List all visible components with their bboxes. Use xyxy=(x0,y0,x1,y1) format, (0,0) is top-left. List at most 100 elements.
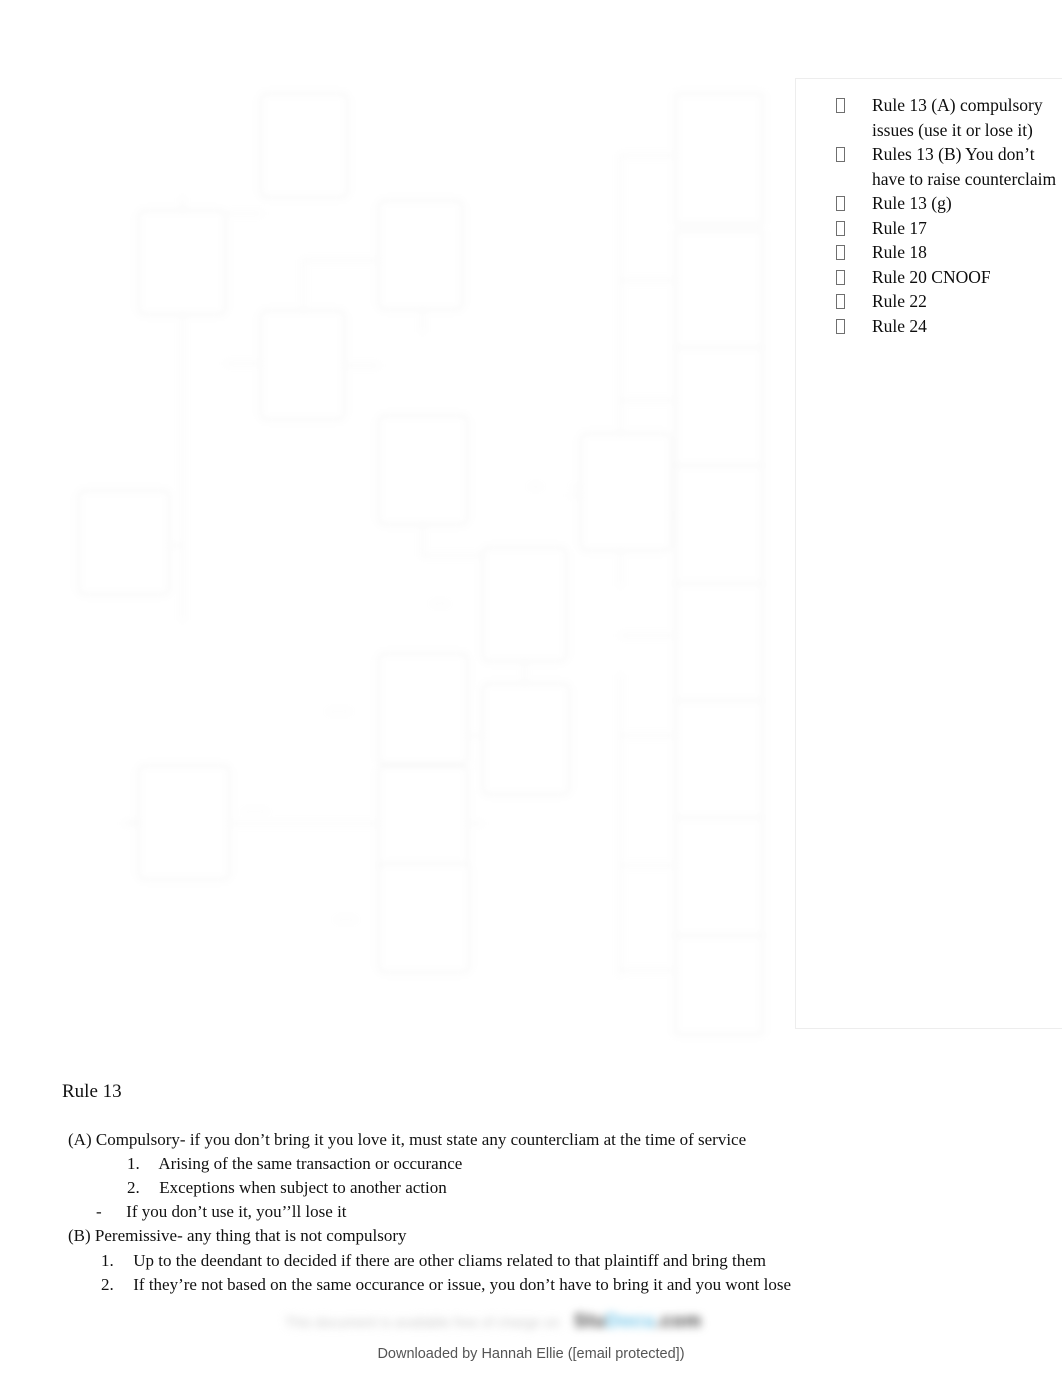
note-line: (B) Peremissive- any thing that is not c… xyxy=(68,1224,407,1248)
note-text: If they’re not based on the same occuran… xyxy=(133,1275,792,1294)
note-line: 1. Arising of the same transaction or oc… xyxy=(127,1152,462,1176)
note-marker: 2. xyxy=(127,1178,140,1197)
note-text: Compulsory- if you don’t bring it you lo… xyxy=(95,1130,747,1149)
list-item: Rules 13 (B) You don’t have to raise cou… xyxy=(836,142,1057,191)
connector-line xyxy=(620,551,622,586)
wingding-bullet-icon xyxy=(836,196,845,211)
list-item: Rule 20 CNOOF xyxy=(836,265,1057,290)
diagram-label: ....... xyxy=(432,597,448,606)
note-marker: 2. xyxy=(101,1275,114,1294)
note-line: (A) Compulsory- if you don’t bring it yo… xyxy=(68,1128,746,1152)
connector-line xyxy=(230,823,378,825)
note-marker: 1. xyxy=(101,1251,114,1270)
note-line: - If you don’t use it, you’’ll lose it xyxy=(96,1200,347,1224)
connector-line xyxy=(620,155,676,157)
wingding-bullet-icon xyxy=(836,147,845,162)
connector-line xyxy=(468,823,482,825)
flowchart-node xyxy=(482,683,570,795)
rules-list-panel: Rule 13 (A) compulsory issues (use it or… xyxy=(795,78,1062,1029)
list-item: Rule 18 xyxy=(836,240,1057,265)
connector-line xyxy=(620,865,676,867)
wingding-bullet-icon xyxy=(836,245,845,260)
connector-line xyxy=(422,555,484,557)
connector-line xyxy=(226,363,262,365)
connector-line xyxy=(303,260,379,262)
rule-label: Rules 13 (B) You don’t have to raise cou… xyxy=(872,144,1057,189)
document-page: ..... ....... .......... ....... .... ..… xyxy=(0,0,1062,1377)
flowchart-node xyxy=(482,547,567,662)
list-item: Rule 13 (A) compulsory issues (use it or… xyxy=(836,93,1057,142)
logo-part-stu: Stu xyxy=(573,1311,606,1332)
connector-line xyxy=(620,400,676,402)
studocu-logo: Stu Docu .com xyxy=(574,1311,702,1333)
connector-line xyxy=(620,970,676,972)
logo-part-com: .com xyxy=(655,1311,702,1332)
diagram-label: ......... xyxy=(336,913,357,922)
flowchart-node xyxy=(675,935,763,1035)
wingding-bullet-icon xyxy=(836,98,845,113)
list-item: Rule 24 xyxy=(836,314,1057,339)
wingding-bullet-icon xyxy=(836,220,845,236)
note-text: Peremissive- any thing that is not compu… xyxy=(94,1226,407,1245)
wingding-bullet-icon xyxy=(836,318,845,334)
note-line: 2. If they’re not based on the same occu… xyxy=(101,1273,791,1297)
rule-label: Rule 18 xyxy=(872,242,927,262)
rule-label: Rule 22 xyxy=(872,291,927,311)
connector-line xyxy=(620,675,622,737)
list-item: Rule 17 xyxy=(836,216,1057,241)
connector-line xyxy=(422,310,424,332)
wingding-bullet-icon xyxy=(836,294,845,309)
note-text: Up to the deendant to decided if there a… xyxy=(133,1251,766,1270)
connector-line xyxy=(620,735,676,737)
connector-line xyxy=(620,635,676,637)
page-title: Rule 13 xyxy=(62,1081,122,1102)
studocu-watermark: This document is available free of charg… xyxy=(285,1307,785,1337)
flowchart-node xyxy=(675,700,763,820)
list-item: Rule 13 (g) xyxy=(836,191,1057,216)
note-text: Exceptions when subject to another actio… xyxy=(159,1178,447,1197)
connector-line xyxy=(620,735,622,975)
diagram-label: ..... xyxy=(530,480,542,489)
flowchart-node xyxy=(580,433,672,551)
rule-label: Rule 13 (g) xyxy=(872,193,952,213)
flowchart-node xyxy=(378,653,468,765)
flowchart-node xyxy=(78,490,170,595)
download-attribution: Downloaded by Hannah Ellie ([email prote… xyxy=(377,1346,685,1362)
logo-part-docu: Docu xyxy=(605,1311,656,1332)
flowchart-node xyxy=(138,765,230,880)
flowchart-diagram: ..... ....... .......... ....... .... ..… xyxy=(60,75,800,1040)
watermark-text: This document is available free of charg… xyxy=(285,1314,560,1330)
flowchart-node xyxy=(675,583,763,703)
rule-label: Rule 20 CNOOF xyxy=(872,266,991,287)
wingding-bullet-icon xyxy=(836,269,845,285)
flowchart-node xyxy=(378,415,468,525)
flowchart-node xyxy=(675,817,763,937)
list-item: Rule 22 xyxy=(836,289,1057,314)
flowchart-node xyxy=(378,200,463,310)
rule-label: Rule 24 xyxy=(872,315,927,336)
connector-line xyxy=(422,525,424,555)
flowchart-node xyxy=(138,210,226,315)
diagram-label: ........... xyxy=(243,805,268,814)
flowchart-node xyxy=(378,863,470,973)
flowchart-node xyxy=(675,230,763,352)
note-line: 1. Up to the deendant to decided if ther… xyxy=(101,1249,766,1273)
rule-label: Rule 17 xyxy=(872,217,927,238)
flowchart-node xyxy=(260,310,345,420)
rule-label: Rule 13 (A) compulsory issues (use it or… xyxy=(872,95,1043,140)
note-line: 2. Exceptions when subject to another ac… xyxy=(127,1176,447,1200)
flowchart-node xyxy=(675,93,763,225)
flowchart-node xyxy=(260,93,348,198)
connector-line xyxy=(620,280,676,282)
note-text: Arising of the same transaction or occur… xyxy=(158,1154,463,1173)
note-marker: (A) xyxy=(68,1130,92,1149)
connector-line xyxy=(182,315,184,620)
note-marker: 1. xyxy=(127,1154,140,1173)
flowchart-node xyxy=(675,465,763,585)
diagram-label: .......... xyxy=(328,705,351,714)
note-marker: (B) xyxy=(68,1226,91,1245)
flowchart-node xyxy=(675,347,763,469)
connector-line xyxy=(620,155,622,317)
note-text: If you don’t use it, you’’ll lose it xyxy=(126,1202,347,1221)
note-marker: - xyxy=(96,1202,102,1221)
